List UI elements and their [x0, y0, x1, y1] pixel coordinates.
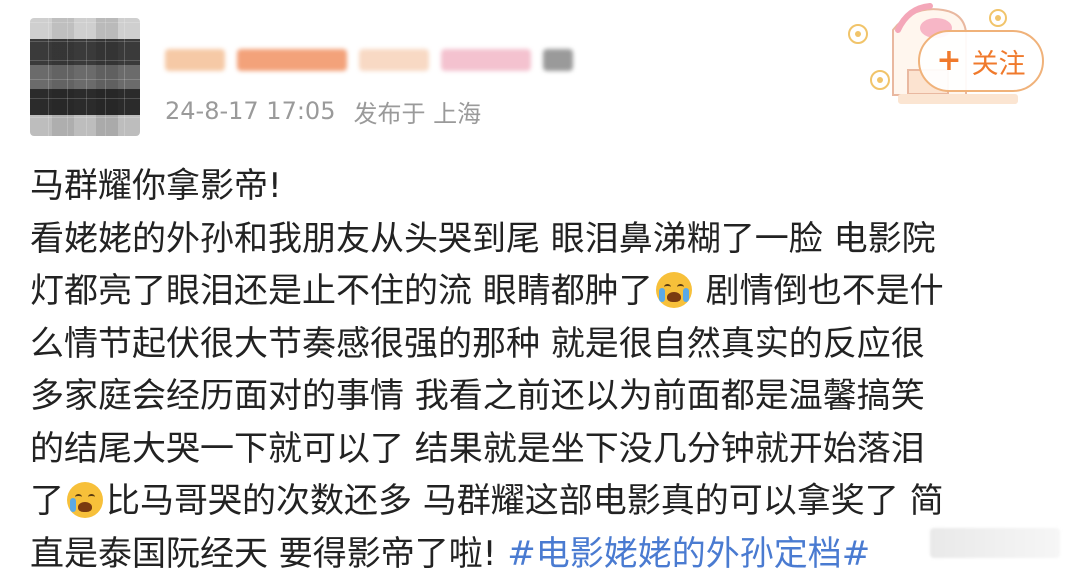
content-line: 马群耀你拿影帝! — [30, 160, 1050, 213]
blurred-name-segment — [543, 49, 573, 71]
content-line: 的结尾大哭一下就可以了 结果就是坐下没几分钟就开始落泪 — [30, 423, 1050, 476]
blurred-name-segment — [441, 49, 531, 71]
follow-button[interactable]: + 关注 — [918, 30, 1044, 92]
post-location: 发布于 上海 — [353, 94, 481, 129]
post-meta: 24-8-17 17:05 发布于 上海 — [165, 94, 481, 128]
content-line: 灯都亮了眼泪还是止不住的流 眼睛都肿了 剧情倒也不是什 — [30, 265, 1050, 318]
content-segment: 比马哥哭的次数还多 马群耀这部电影真的可以拿奖了 简 — [106, 481, 944, 521]
content-line: 直是泰国阮经天 要得影帝了啦! #电影姥姥的外孙定档# — [30, 528, 1050, 580]
content-segment: 剧情倒也不是什 — [695, 271, 944, 311]
loudly-crying-face-icon — [656, 272, 692, 308]
content-line: 么情节起伏很大节奏感很强的那种 就是很自然真实的反应很 — [30, 318, 1050, 371]
blurred-name-segment — [237, 49, 347, 71]
post-content: 马群耀你拿影帝! 看姥姥的外孙和我朋友从头哭到尾 眼泪鼻涕糊了一脸 电影院 灯都… — [30, 160, 1050, 580]
blurred-name-segment — [359, 49, 429, 71]
crying-face-icon — [67, 482, 103, 518]
blurred-name-segment — [165, 49, 225, 71]
hashtag-link[interactable]: #电影姥姥的外孙定档# — [507, 534, 870, 574]
content-line: 看姥姥的外孙和我朋友从头哭到尾 眼泪鼻涕糊了一脸 电影院 — [30, 213, 1050, 266]
username-blurred[interactable] — [165, 40, 585, 80]
content-segment: 了 — [30, 481, 64, 521]
post-date: 24-8-17 17:05 — [165, 97, 335, 125]
plus-icon: + — [936, 46, 961, 76]
avatar[interactable] — [30, 18, 140, 136]
weibo-post: 24-8-17 17:05 发布于 上海 + 关注 马群耀你拿影帝! 看姥姥的外… — [0, 0, 1069, 574]
content-segment: 直是泰国阮经天 要得影帝了啦! — [30, 534, 496, 574]
content-line: 多家庭会经历面对的事情 我看之前还以为前面都是温馨搞笑 — [30, 370, 1050, 423]
content-segment: 灯都亮了眼泪还是止不住的流 眼睛都肿了 — [30, 271, 653, 311]
watermark — [930, 528, 1060, 558]
content-line: 了 比马哥哭的次数还多 马群耀这部电影真的可以拿奖了 简 — [30, 475, 1050, 528]
follow-label: 关注 — [972, 42, 1026, 81]
